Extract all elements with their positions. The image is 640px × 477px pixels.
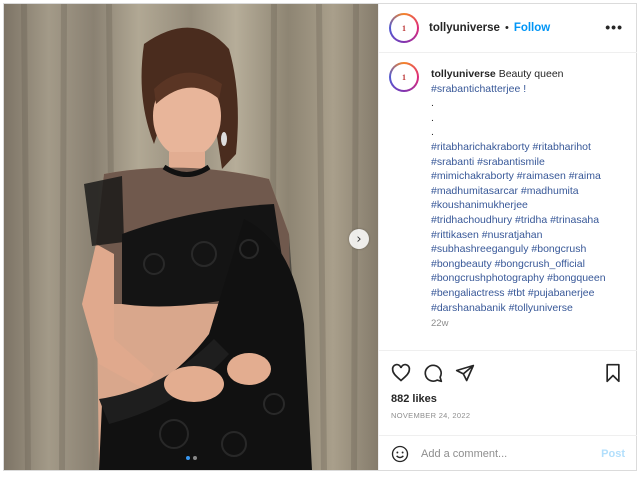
caption: 1 tollyuniverse Beauty queen #srabantich… bbox=[379, 58, 637, 340]
caption-username[interactable]: tollyuniverse bbox=[431, 68, 496, 80]
hashtag-line[interactable]: #koushanimukherjee bbox=[431, 198, 631, 213]
instagram-post: › 1 tollyuniverse • Follow ••• 1 tollyun… bbox=[3, 3, 637, 471]
logo-icon: 1 bbox=[391, 15, 417, 41]
hashtag-line[interactable]: #bongbeauty #bongcrush_official bbox=[431, 257, 631, 272]
action-icons bbox=[391, 363, 475, 383]
avatar[interactable]: 1 bbox=[389, 13, 419, 43]
hashtag-line[interactable]: #srabanti #srabantismile bbox=[431, 155, 631, 170]
caption-dot: . bbox=[431, 97, 434, 110]
hashtag-line[interactable]: #srabantichatterjee ! bbox=[431, 82, 631, 97]
post-sidebar: 1 tollyuniverse • Follow ••• 1 tollyuniv… bbox=[378, 4, 637, 470]
hashtag-line[interactable]: #bongcrushphotography #bongqueen bbox=[431, 271, 631, 286]
hashtag-line[interactable]: #madhumitasarcar #madhumita bbox=[431, 184, 631, 199]
hashtag-line[interactable]: #bengaliactress #tbt #pujabanerjee bbox=[431, 286, 631, 301]
heart-icon[interactable] bbox=[391, 363, 411, 383]
comment-bar: Post bbox=[379, 435, 637, 472]
carousel-dot bbox=[193, 456, 197, 460]
caption-dot: . bbox=[431, 111, 434, 124]
hashtag-line[interactable]: #tridhachoudhury #tridha #trinasaha bbox=[431, 213, 631, 228]
caption-text: tollyuniverse Beauty queen #srabantichat… bbox=[431, 67, 631, 332]
hashtag-line[interactable]: #ritabharichakraborty #ritabharihot bbox=[431, 140, 631, 155]
next-slide-button[interactable]: › bbox=[349, 229, 369, 249]
more-options-icon[interactable]: ••• bbox=[605, 19, 623, 35]
post-date: NOVEMBER 24, 2022 bbox=[391, 411, 471, 420]
caption-dot: . bbox=[431, 126, 434, 139]
caption-avatar[interactable]: 1 bbox=[389, 62, 419, 92]
likes-count[interactable]: 882 likes bbox=[391, 393, 437, 405]
post-age: 22w bbox=[431, 318, 449, 330]
emoji-icon[interactable] bbox=[391, 445, 409, 463]
follow-button[interactable]: Follow bbox=[514, 22, 550, 34]
logo-icon: 1 bbox=[391, 64, 417, 90]
username-link[interactable]: tollyuniverse bbox=[429, 22, 500, 34]
carousel-dot bbox=[186, 456, 190, 460]
action-bar: 882 likes NOVEMBER 24, 2022 Post bbox=[379, 350, 637, 471]
post-header: 1 tollyuniverse • Follow ••• bbox=[379, 4, 637, 53]
bookmark-icon[interactable] bbox=[603, 363, 623, 383]
photo-illustration bbox=[21, 4, 359, 470]
chevron-right-icon: › bbox=[356, 231, 362, 247]
hashtag-line[interactable]: #darshanabanik #tollyuniverse bbox=[431, 301, 631, 316]
post-photo[interactable]: › bbox=[4, 4, 378, 470]
comment-icon[interactable] bbox=[423, 363, 443, 383]
post-comment-button[interactable]: Post bbox=[601, 448, 625, 460]
share-icon[interactable] bbox=[455, 363, 475, 383]
hashtag-line[interactable]: #subhashreeganguly #bongcrush bbox=[431, 242, 631, 257]
caption-body: Beauty queen bbox=[498, 68, 564, 80]
separator-dot: • bbox=[504, 22, 509, 34]
hashtag-line[interactable]: #rittikasen #nusratjahan bbox=[431, 228, 631, 243]
carousel-indicator bbox=[186, 456, 197, 460]
comment-input[interactable] bbox=[419, 447, 593, 461]
hashtag-line[interactable]: #mimichakraborty #raimasen #raima bbox=[431, 169, 631, 184]
